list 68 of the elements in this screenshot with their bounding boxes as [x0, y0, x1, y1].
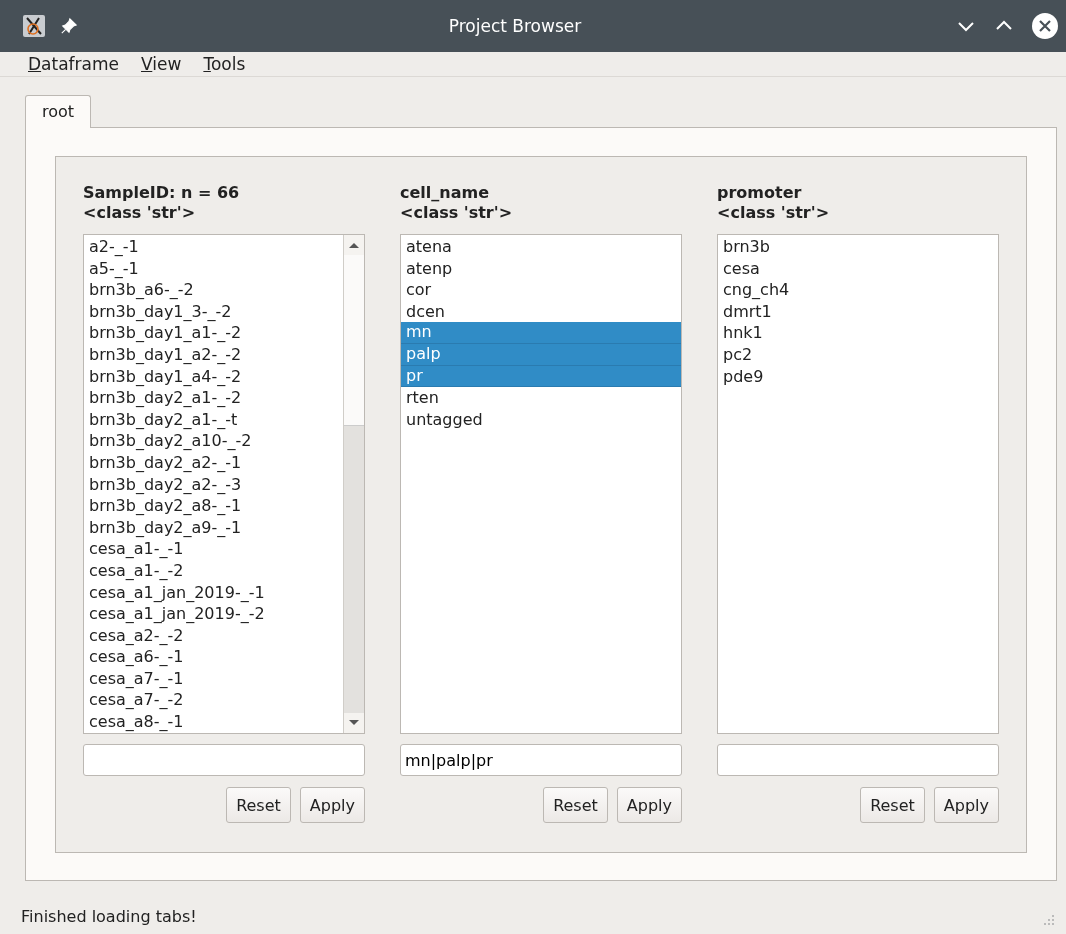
menu-item[interactable]: Tools [203, 54, 246, 74]
list-item[interactable]: dmrt1 [718, 300, 998, 323]
list-item[interactable]: brn3b_a6-_-2 [84, 279, 343, 301]
list-item[interactable]: cesa_a8-_-1 [84, 711, 343, 733]
column-header: SampleID: n = 66 [83, 183, 241, 203]
menu-item[interactable]: Dataframe [28, 54, 119, 74]
list-item[interactable]: brn3b_day2_a10-_-2 [84, 430, 343, 452]
scroll-down-icon[interactable] [348, 719, 360, 727]
status-text: Finished loading tabs! [21, 907, 197, 926]
list-item[interactable]: rten [401, 387, 681, 409]
list-item[interactable]: cesa_a1_jan_2019-_-2 [84, 603, 343, 625]
close-icon[interactable] [1032, 13, 1058, 39]
filter-button[interactable]: Apply [933, 787, 999, 823]
list-item[interactable]: cng_ch4 [718, 279, 998, 301]
list-item[interactable]: brn3b_day2_a1-_-2 [84, 387, 343, 409]
list-item[interactable]: brn3b_day2_a2-_-3 [84, 473, 343, 496]
list-item[interactable]: cor [401, 279, 681, 301]
list-item[interactable]: pc2 [718, 343, 998, 366]
list-item[interactable]: cesa_a1-_-2 [84, 559, 343, 582]
tab[interactable]: root [25, 95, 92, 128]
window-title: Project Browser [447, 16, 583, 36]
resize-grip-icon[interactable] [1043, 914, 1055, 926]
list-item[interactable]: atena [401, 236, 681, 258]
filter-button[interactable]: Reset [226, 787, 291, 823]
list-item[interactable]: brn3b_day1_a4-_-2 [84, 365, 343, 388]
column-type: <class 'str'> [83, 203, 197, 223]
column-header: cell_name [400, 183, 490, 203]
list-item[interactable]: brn3b_day2_a2-_-1 [84, 451, 343, 474]
list-item[interactable]: pde9 [718, 365, 998, 388]
list-item[interactable]: cesa [718, 257, 998, 280]
list-item[interactable]: brn3b_day2_a8-_-1 [84, 495, 343, 517]
list-item[interactable]: dcen [401, 300, 681, 323]
pin-icon[interactable] [60, 17, 78, 35]
list-item[interactable]: cesa_a2-_-2 [84, 624, 343, 647]
list-item[interactable]: brn3b [718, 236, 998, 258]
list-item[interactable]: brn3b_day1_a2-_-2 [84, 343, 343, 366]
scroll-up-icon[interactable] [348, 241, 360, 249]
filter-button[interactable]: Reset [860, 787, 925, 823]
list-item[interactable]: palp [401, 343, 681, 366]
column-type: <class 'str'> [400, 203, 514, 223]
list-item[interactable]: untagged [401, 408, 681, 431]
list-item[interactable]: hnk1 [718, 322, 998, 344]
list-item[interactable]: atenp [401, 257, 681, 280]
column-header: promoter [717, 183, 803, 203]
filter-field[interactable]: mn|palp|pr [400, 744, 682, 776]
menu-item[interactable]: View [141, 54, 182, 74]
list-item[interactable]: brn3b_day1_3-_-2 [84, 300, 343, 323]
list-item[interactable]: cesa_a1-_-1 [84, 538, 343, 560]
scrollbar-thumb[interactable] [344, 255, 364, 426]
list-item[interactable]: a5-_-1 [84, 257, 343, 280]
column-type: <class 'str'> [717, 203, 831, 223]
list-item[interactable]: brn3b_day1_a1-_-2 [84, 322, 343, 344]
list-item[interactable]: cesa_a6-_-1 [84, 646, 343, 668]
list-item[interactable]: cesa_a7-_-1 [84, 667, 343, 690]
list-item[interactable]: mn [401, 322, 681, 344]
filter-button[interactable]: Reset [543, 787, 608, 823]
filter-field[interactable] [717, 744, 999, 776]
app-icon[interactable] [22, 14, 46, 38]
list-item[interactable]: cesa_a7-_-2 [84, 689, 343, 712]
list-item[interactable]: a2-_-1 [84, 236, 343, 258]
filter-button[interactable]: Apply [616, 787, 682, 823]
list-item[interactable]: pr [401, 365, 681, 388]
scrollbar[interactable] [343, 235, 364, 733]
filter-field[interactable] [83, 744, 365, 776]
list-item[interactable]: brn3b_day2_a9-_-1 [84, 516, 343, 539]
list-item[interactable]: brn3b_day2_a1-_-t [84, 408, 343, 431]
list-item[interactable]: cesa_a1_jan_2019-_-1 [84, 581, 343, 604]
filter-button[interactable]: Apply [299, 787, 365, 823]
